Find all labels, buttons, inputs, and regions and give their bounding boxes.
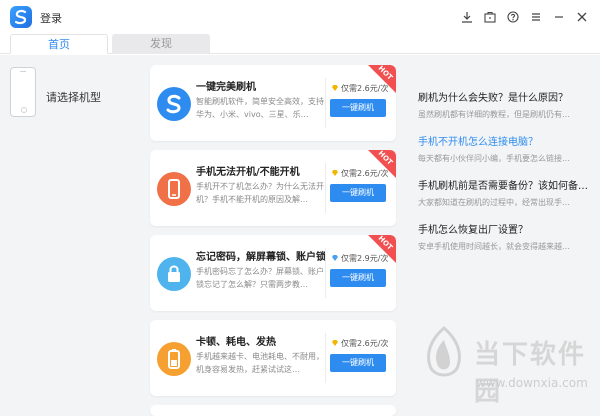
- download-icon[interactable]: [457, 7, 477, 27]
- divider: [325, 248, 326, 298]
- diamond-icon: [331, 84, 339, 92]
- faq-answer: 大家都知道在刷机的过程中，经常出现手…: [418, 198, 570, 207]
- faq-item[interactable]: 手机怎么恢复出厂设置？ 安卓手机使用时间越长，就会变得越来越…: [418, 221, 600, 252]
- faq-answer: 每天都有小伙伴问小编，手机要怎么链接…: [418, 154, 570, 163]
- watermark-logo-icon: [427, 326, 461, 377]
- watermark: 当下软件园 www.downxia.com: [412, 318, 600, 414]
- faq-item[interactable]: 手机刷机前是否需要备份？该如何备… 大家都知道在刷机的过程中，经常出现手…: [418, 177, 600, 208]
- tab-home[interactable]: 首页: [10, 34, 108, 54]
- faq-answer: 安卓手机使用时间越长，就会变得越来越…: [418, 242, 570, 251]
- select-device-label[interactable]: 请选择机型: [46, 89, 101, 105]
- faq-question[interactable]: 手机刷机前是否需要备份？该如何备…: [418, 177, 600, 192]
- close-icon[interactable]: [572, 7, 592, 27]
- watermark-url: www.downxia.com: [476, 376, 588, 390]
- faq-answer: 虽然刷机都有详细的教程，但是刷机仍有…: [418, 110, 570, 119]
- minimize-icon[interactable]: [549, 7, 569, 27]
- card-lag-battery[interactable]: 卡顿、耗电、发热 手机越来越卡、电池耗电、不耐用，机身容易发热，赶紧试试这… 仅…: [150, 320, 396, 396]
- divider: [325, 78, 326, 128]
- flash-button[interactable]: 一键刷机: [330, 99, 386, 117]
- faq-question[interactable]: 手机怎么恢复出厂设置？: [418, 221, 600, 236]
- window-controls: [454, 7, 592, 27]
- menu-icon[interactable]: [526, 7, 546, 27]
- phone-icon: [157, 172, 191, 206]
- flash-s-icon: [157, 87, 191, 121]
- card-title: 一键完美刷机: [196, 82, 256, 93]
- title-bar: 登录: [0, 0, 600, 34]
- flash-button[interactable]: 一键刷机: [330, 269, 386, 287]
- window-title[interactable]: 登录: [40, 10, 62, 26]
- flash-button[interactable]: 一键刷机: [330, 354, 386, 372]
- diamond-icon: [331, 254, 339, 262]
- tab-discover[interactable]: 发现: [112, 34, 210, 54]
- battery-icon: [157, 342, 191, 376]
- diamond-icon: [331, 169, 339, 177]
- divider: [325, 163, 326, 213]
- tab-bar: 首页 发现: [0, 34, 600, 54]
- flash-button[interactable]: 一键刷机: [330, 184, 386, 202]
- faq-item[interactable]: 刷机为什么会失败？是什么原因？ 虽然刷机都有详细的教程，但是刷机仍有…: [418, 89, 600, 120]
- diamond-icon: [331, 339, 339, 347]
- card-partial: [150, 405, 396, 416]
- divider: [325, 333, 326, 383]
- price-text: 仅需2.6元/次: [331, 338, 388, 349]
- help-icon[interactable]: [503, 7, 523, 27]
- app-logo-icon: [10, 6, 32, 28]
- card-desc: 手机开不了机怎么办？为什么无法开机？手机不能开机的原因及解…: [196, 182, 324, 204]
- card-desc: 智能刷机软件，简单安全高效，支持华为、小米、vivo、三星、乐…: [196, 97, 324, 119]
- card-desc: 手机越来越卡、电池耗电、不耐用，机身容易发热，赶紧试试这…: [196, 352, 324, 374]
- card-perfect-flash[interactable]: 一键完美刷机 智能刷机软件，简单安全高效，支持华为、小米、vivo、三星、乐… …: [150, 65, 396, 141]
- watermark-title: 当下软件园: [474, 340, 587, 407]
- card-forgot-password[interactable]: 忘记密码，解屏幕锁、账户锁 手机密码忘了怎么办？屏幕锁、账户锁忘记了怎么解？只需…: [150, 235, 396, 311]
- faq-question[interactable]: 刷机为什么会失败？是什么原因？: [418, 89, 600, 104]
- card-cannot-boot[interactable]: 手机无法开机/不能开机 手机开不了机怎么办？为什么无法开机？手机不能开机的原因及…: [150, 150, 396, 226]
- faq-item[interactable]: 手机不开机怎么连接电脑？ 每天都有小伙伴问小编，手机要怎么链接…: [418, 133, 600, 164]
- phone-icon[interactable]: [10, 67, 36, 117]
- price-value: 仅需2.6元/次: [341, 339, 389, 348]
- lock-icon: [157, 257, 191, 291]
- card-title: 忘记密码，解屏幕锁、账户锁: [196, 252, 326, 263]
- card-title: 手机无法开机/不能开机: [196, 167, 300, 178]
- card-desc: 手机密码忘了怎么办？屏幕锁、账户锁忘记了怎么解？只需两步教…: [196, 267, 324, 289]
- toolbox-icon[interactable]: [480, 7, 500, 27]
- card-title: 卡顿、耗电、发热: [196, 337, 276, 348]
- faq-question[interactable]: 手机不开机怎么连接电脑？: [418, 133, 600, 148]
